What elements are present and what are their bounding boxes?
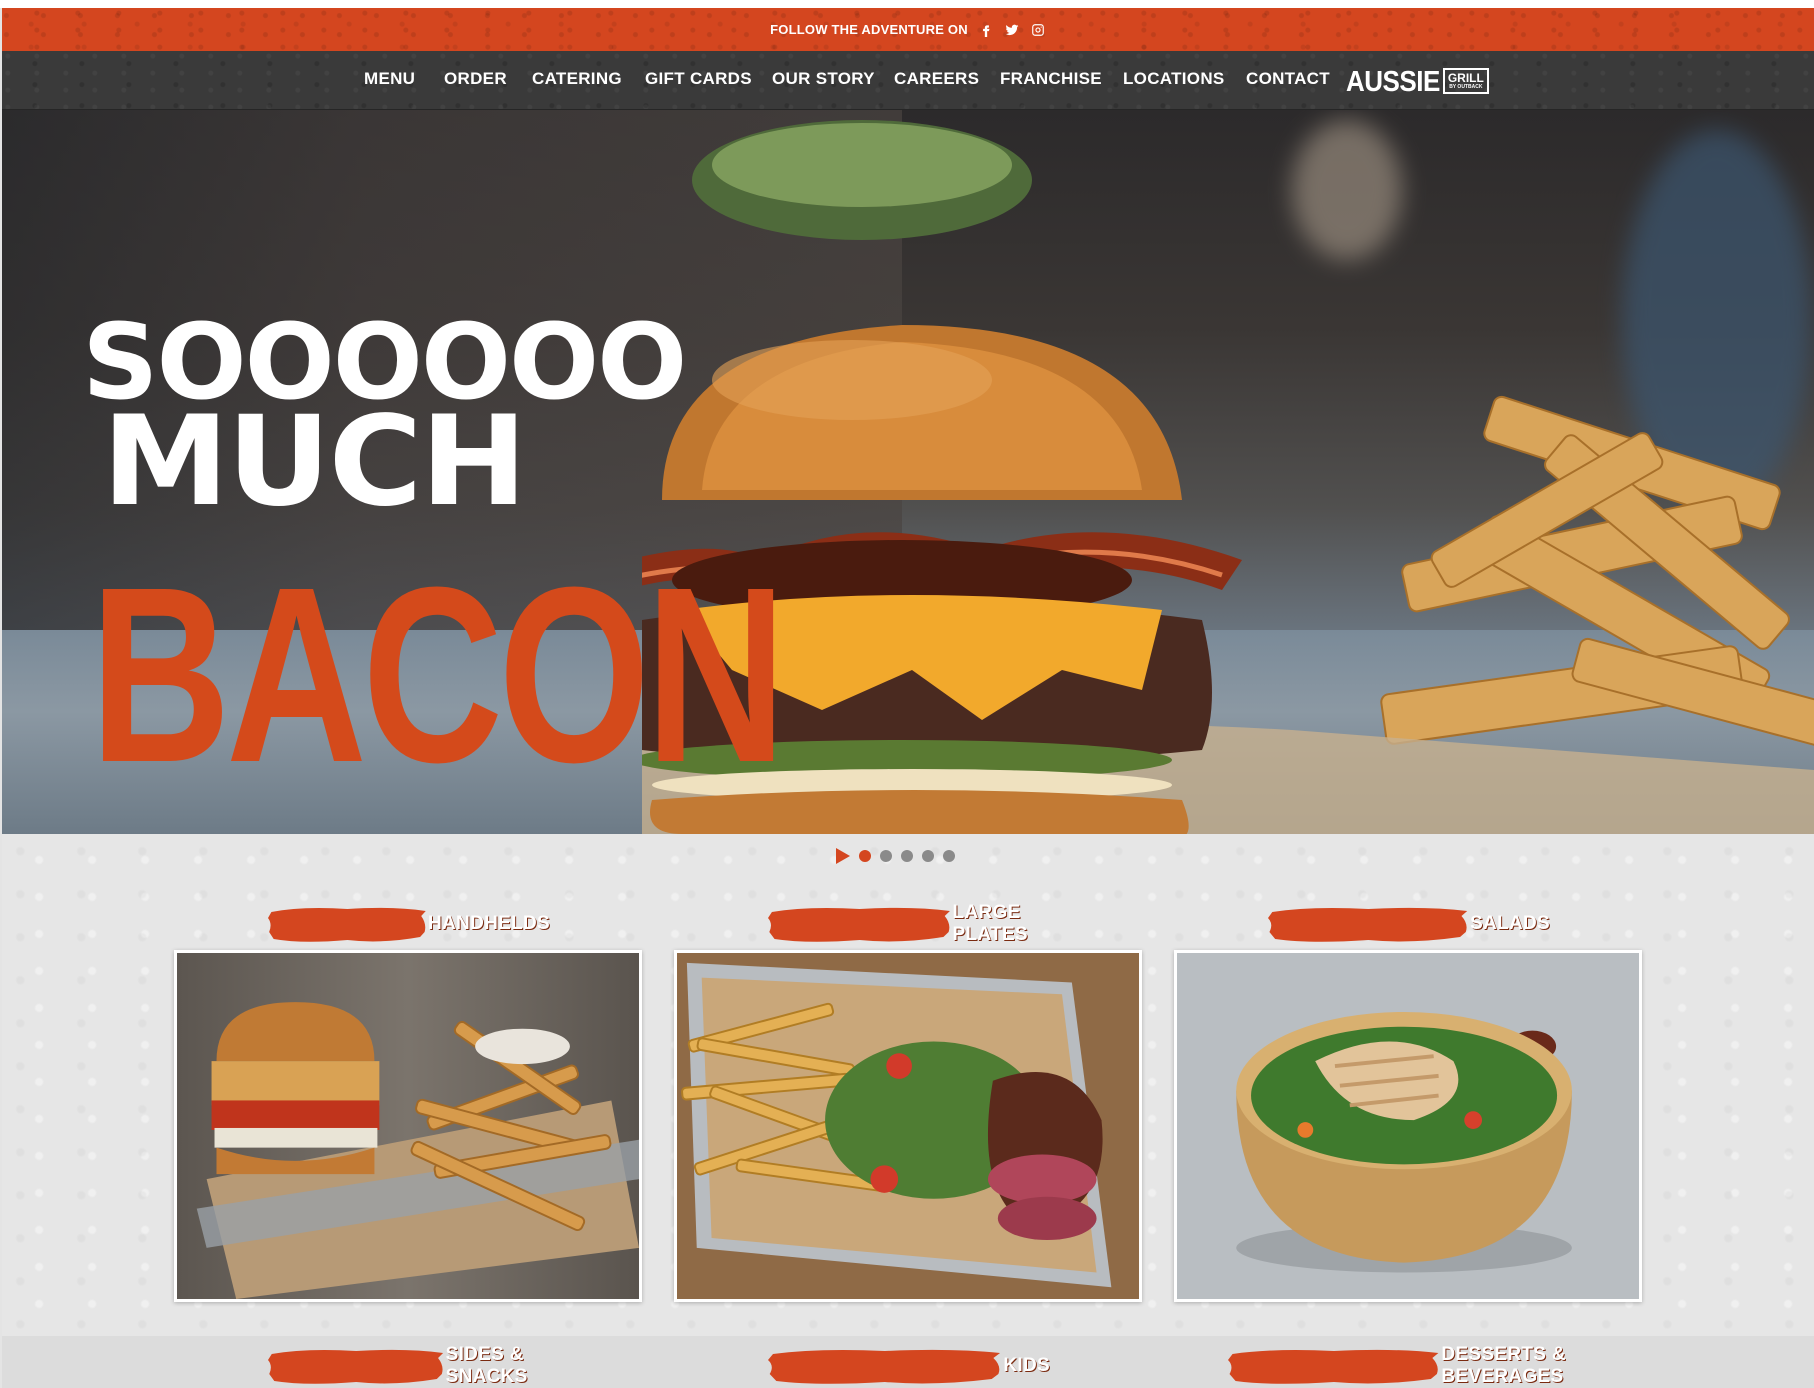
social-bar: FOLLOW THE ADVENTURE ON xyxy=(2,8,1814,51)
category-label-text: KIDS xyxy=(1003,1355,1050,1376)
category-label-large-plates[interactable]: LARGE PLATES xyxy=(768,902,1050,945)
instagram-icon[interactable] xyxy=(1030,22,1046,38)
logo-grill-text: GRILL xyxy=(1447,71,1484,85)
social-bar-text: FOLLOW THE ADVENTURE ON xyxy=(770,22,968,37)
salads-card-image[interactable] xyxy=(1174,950,1642,1302)
main-nav: MENU ORDER CATERING GIFT CARDS OUR STORY… xyxy=(2,51,1814,110)
category-label-text: SIDES & SNACKS xyxy=(445,1344,528,1387)
large-plates-card-image[interactable] xyxy=(674,950,1142,1302)
hero-headline-line3: BACON xyxy=(90,535,786,814)
brush-stroke-decoration xyxy=(768,904,953,944)
hero-headline-line2: MUCH xyxy=(102,390,527,534)
handhelds-card-image[interactable] xyxy=(174,950,642,1302)
carousel-dot-3[interactable] xyxy=(901,850,913,862)
nav-item-locations[interactable]: LOCATIONS xyxy=(1123,69,1225,89)
play-icon[interactable] xyxy=(836,848,850,864)
brush-stroke-decoration xyxy=(1268,904,1470,944)
category-label-text: DESSERTS & BEVERAGES xyxy=(1441,1344,1566,1387)
nav-item-careers[interactable]: CAREERS xyxy=(894,69,979,89)
nav-item-contact[interactable]: CONTACT xyxy=(1246,69,1330,89)
logo-main-text: AUSSIE xyxy=(1346,64,1440,98)
bacon-burger-image xyxy=(642,120,1814,834)
category-label-salads[interactable]: SALADS xyxy=(1268,904,1550,944)
category-label-text: HANDHELDS xyxy=(428,913,550,934)
brush-stroke-decoration xyxy=(768,1346,1003,1386)
category-label-desserts-beverages[interactable]: DESSERTS & BEVERAGES xyxy=(1228,1344,1590,1387)
category-label-text: LARGE PLATES xyxy=(952,902,1028,945)
carousel-dot-5[interactable] xyxy=(943,850,955,862)
brush-stroke-decoration xyxy=(268,1346,446,1386)
twitter-icon[interactable] xyxy=(1004,22,1020,38)
nav-item-our-story[interactable]: OUR STORY xyxy=(772,69,875,89)
hero-banner[interactable]: SOOOOOO MUCH BACON xyxy=(2,110,1814,834)
aussie-grill-logo[interactable]: AUSSIE GRILL BY OUTBACK xyxy=(1346,66,1489,96)
facebook-icon[interactable] xyxy=(978,22,994,38)
nav-item-order[interactable]: ORDER xyxy=(444,69,507,89)
logo-badge: GRILL BY OUTBACK xyxy=(1442,68,1489,94)
category-label-text: SALADS xyxy=(1470,913,1550,934)
nav-item-gift-cards[interactable]: GIFT CARDS xyxy=(645,69,752,89)
carousel-dot-2[interactable] xyxy=(880,850,892,862)
carousel-dot-1[interactable] xyxy=(859,850,871,862)
carousel-controls xyxy=(836,848,955,864)
brush-stroke-decoration xyxy=(268,904,428,944)
page-frame xyxy=(0,0,1814,8)
nav-item-menu[interactable]: MENU xyxy=(364,69,415,89)
category-label-handhelds[interactable]: HANDHELDS xyxy=(268,904,550,944)
logo-sub-text: BY OUTBACK xyxy=(1449,84,1483,90)
carousel-dot-4[interactable] xyxy=(922,850,934,862)
category-label-kids[interactable]: KIDS xyxy=(768,1346,1050,1386)
brush-stroke-decoration xyxy=(1228,1346,1441,1386)
nav-item-franchise[interactable]: FRANCHISE xyxy=(1000,69,1102,89)
category-label-sides-snacks[interactable]: SIDES & SNACKS xyxy=(268,1344,550,1387)
fries-illustration xyxy=(1380,395,1814,747)
nav-item-catering[interactable]: CATERING xyxy=(532,69,622,89)
